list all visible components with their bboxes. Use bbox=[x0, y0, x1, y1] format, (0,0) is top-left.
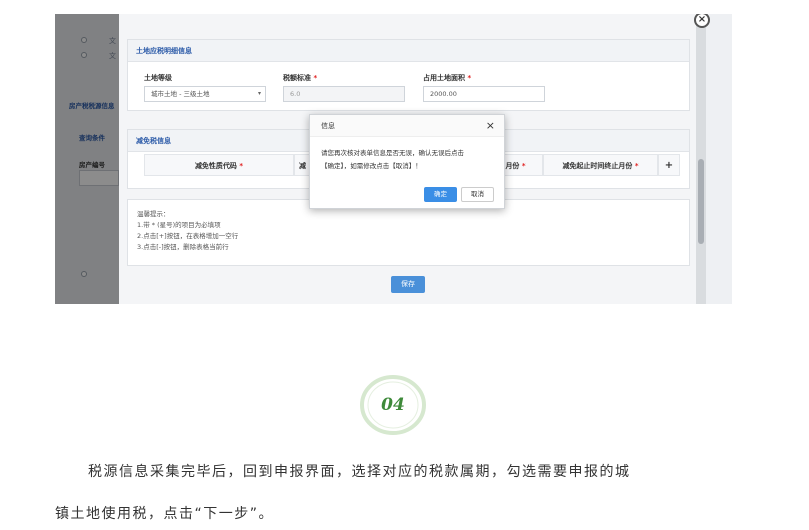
instruction-line-2: 镇土地使用税，点击“下一步”。 bbox=[55, 506, 275, 522]
scrollbar[interactable] bbox=[696, 14, 706, 304]
step-number: 04 bbox=[381, 395, 405, 415]
background-right-strip bbox=[706, 14, 732, 304]
dialog-title: 信息 bbox=[310, 115, 504, 137]
step-badge: 04 bbox=[360, 375, 426, 435]
land-area-label: 占用土地面积 * bbox=[423, 74, 472, 82]
add-row-button[interactable]: + bbox=[658, 154, 680, 176]
land-grade-select[interactable]: 城市土地 - 三级土地 ▾ bbox=[144, 86, 266, 102]
tax-rate-input[interactable]: 6.0 bbox=[283, 86, 405, 102]
tips-text: 温馨提示： 1.带 * (星号)的项目为必填项 2.点击[+]按钮，在表格增加一… bbox=[137, 209, 238, 253]
confirm-dialog: 信息 × 请您再次核对表单信息是否无误，确认无误后点击 【确定】，如需修改点击【… bbox=[309, 114, 505, 209]
land-section: 土地应税明细信息 土地等级 城市土地 - 三级土地 ▾ 税额标准 * 6.0 占用… bbox=[127, 39, 690, 111]
dialog-close-icon[interactable]: × bbox=[486, 119, 495, 132]
dialog-cancel-button[interactable]: 取消 bbox=[461, 187, 494, 202]
dialog-ok-button[interactable]: 确定 bbox=[424, 187, 457, 202]
land-grade-label: 土地等级 bbox=[144, 74, 172, 82]
dialog-message: 请您再次核对表单信息是否无误，确认无误后点击 【确定】，如需修改点击【取消】！ bbox=[321, 149, 464, 170]
tip-line: 3.点击[-]按钮，删除表格当前行 bbox=[137, 243, 229, 251]
tip-line: 2.点击[+]按钮，在表格增加一空行 bbox=[137, 232, 239, 240]
land-section-title: 土地应税明细信息 bbox=[128, 40, 689, 62]
col-end-month: 减免起止时间终止月份 * bbox=[543, 154, 658, 176]
tips-heading: 温馨提示： bbox=[137, 210, 170, 218]
screenshot-frame: 文 文 房产税税源信息 查询条件 房产编号 土地应税明细信息 土地等级 城市土地… bbox=[55, 14, 732, 304]
tax-rate-label: 税额标准 * bbox=[283, 74, 318, 82]
col-relief-code: 减免性质代码 * bbox=[144, 154, 294, 176]
chevron-down-icon: ▾ bbox=[257, 90, 261, 97]
land-area-input[interactable]: 2000.00 bbox=[423, 86, 545, 102]
instruction-line-1: 税源信息采集完毕后，回到申报界面，选择对应的税款属期，勾选需要申报的城 bbox=[88, 464, 631, 480]
tip-line: 1.带 * (星号)的项目为必填项 bbox=[137, 221, 221, 229]
save-button[interactable]: 保存 bbox=[391, 276, 425, 293]
scrollbar-thumb[interactable] bbox=[698, 159, 704, 244]
